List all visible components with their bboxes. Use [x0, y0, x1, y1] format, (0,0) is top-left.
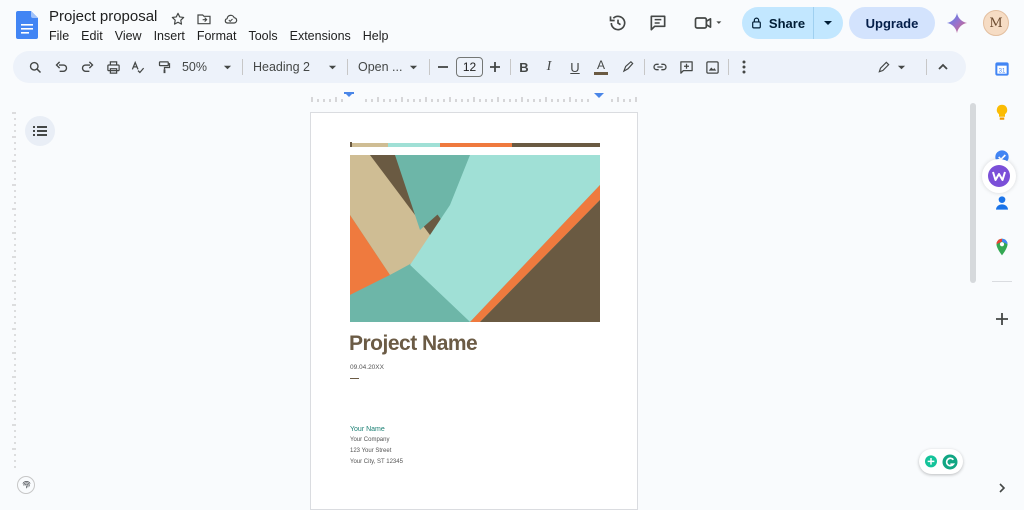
extension-w-icon[interactable] [982, 159, 1016, 193]
version-history-icon[interactable] [605, 10, 631, 36]
font-size-input[interactable]: 12 [456, 57, 483, 77]
menu-help[interactable]: Help [357, 28, 395, 44]
share-label: Share [768, 15, 806, 31]
caret-down-icon [409, 65, 418, 69]
document-title[interactable]: Project proposal [49, 8, 157, 25]
share-dropdown-button[interactable] [814, 7, 842, 39]
side-panel-divider [992, 281, 1012, 282]
keep-icon[interactable] [990, 101, 1014, 125]
paragraph-style-value: Heading 2 [253, 60, 310, 74]
upgrade-button[interactable]: Upgrade [849, 7, 935, 39]
pencil-icon [877, 61, 889, 73]
text-color-icon[interactable]: A [590, 51, 612, 83]
highlight-color-icon[interactable] [617, 51, 639, 83]
caret-down-icon [223, 65, 232, 69]
menu-insert[interactable]: Insert [148, 28, 191, 44]
underline-icon[interactable]: U [564, 51, 586, 83]
paint-format-icon[interactable] [153, 51, 175, 83]
zoom-select[interactable]: 50% [177, 51, 237, 83]
gemini-sparkle-icon[interactable] [946, 12, 968, 34]
document-page[interactable]: Project Name 09.04.20XX Your Name Your C… [310, 112, 638, 510]
toolbar-divider [728, 59, 729, 75]
expand-side-panel-icon[interactable] [994, 480, 1010, 496]
calendar-day: 31 [999, 68, 1006, 74]
vertical-ruler[interactable] [10, 103, 16, 510]
street-address[interactable]: 123 Your Street [350, 448, 391, 454]
menu-tools[interactable]: Tools [242, 28, 283, 44]
toolbar-divider [510, 59, 511, 75]
side-panel: 31 [982, 55, 1024, 510]
toolbar-divider [644, 59, 645, 75]
decrease-font-size-icon[interactable] [432, 51, 454, 83]
menu-view[interactable]: View [109, 28, 148, 44]
search-menus-icon[interactable] [24, 51, 46, 83]
menu-edit[interactable]: Edit [75, 28, 109, 44]
insert-link-icon[interactable] [649, 51, 671, 83]
zoom-value: 50% [181, 60, 208, 74]
vertical-scrollbar[interactable] [970, 103, 976, 283]
date-underline [350, 378, 359, 379]
move-folder-icon[interactable] [194, 9, 214, 29]
meet-video-icon[interactable] [688, 10, 728, 36]
title-actions [168, 9, 240, 29]
editing-mode-select[interactable] [873, 51, 909, 83]
star-icon[interactable] [168, 9, 188, 29]
spellcheck-icon[interactable] [127, 51, 149, 83]
grammarly-assist-icon[interactable] [923, 454, 939, 470]
menu-format[interactable]: Format [191, 28, 243, 44]
share-main-button[interactable]: Share [742, 7, 814, 39]
menu-extensions[interactable]: Extensions [284, 28, 357, 44]
font-family-select[interactable]: Open ... [355, 51, 421, 83]
share-button[interactable]: Share [742, 7, 843, 39]
fingerprint-icon[interactable] [17, 476, 35, 494]
docs-logo-icon[interactable] [16, 11, 38, 39]
caret-down-icon [328, 65, 337, 69]
add-addon-icon[interactable] [990, 307, 1014, 331]
maps-icon[interactable] [990, 235, 1014, 259]
horizontal-ruler[interactable] [310, 92, 640, 102]
outline-list-icon [33, 126, 47, 136]
formatting-toolbar: 50% Heading 2 Open ... 12 B I U A [13, 51, 966, 83]
toolbar-divider [429, 59, 430, 75]
font-family-value: Open ... [358, 60, 403, 74]
grammarly-logo-icon[interactable] [941, 453, 959, 471]
collapse-toolbar-icon[interactable] [932, 51, 954, 83]
insert-image-icon[interactable] [701, 51, 723, 83]
paragraph-style-select[interactable]: Heading 2 [249, 51, 341, 83]
project-name-heading[interactable]: Project Name [349, 332, 478, 356]
cover-image[interactable] [350, 155, 600, 322]
redo-icon[interactable] [76, 51, 98, 83]
caret-down-icon [824, 21, 832, 25]
company-name[interactable]: Your Company [350, 437, 389, 443]
project-date[interactable]: 09.04.20XX [350, 364, 384, 371]
menu-bar: File Edit View Insert Format Tools Exten… [43, 28, 395, 44]
add-comment-icon[interactable] [675, 51, 697, 83]
top-bar: Project proposal File Edit View Insert F… [0, 0, 1024, 50]
grammarly-widget[interactable] [919, 449, 963, 474]
author-name[interactable]: Your Name [350, 426, 385, 433]
italic-icon[interactable]: I [538, 51, 560, 83]
toolbar-divider [347, 59, 348, 75]
cloud-saved-icon[interactable] [220, 9, 240, 29]
calendar-icon[interactable]: 31 [990, 57, 1014, 81]
account-avatar[interactable]: M [983, 10, 1009, 36]
increase-font-size-icon[interactable] [484, 51, 506, 83]
bold-icon[interactable]: B [513, 51, 535, 83]
toolbar-divider [242, 59, 243, 75]
header-color-stripe [350, 142, 600, 147]
comments-icon[interactable] [645, 10, 671, 36]
caret-down-icon [897, 65, 905, 69]
document-outline-button[interactable] [25, 116, 55, 146]
city-address[interactable]: Your City, ST 12345 [350, 459, 403, 465]
menu-file[interactable]: File [43, 28, 75, 44]
contacts-icon[interactable] [990, 191, 1014, 215]
undo-icon[interactable] [50, 51, 72, 83]
toolbar-divider [926, 59, 927, 75]
lock-icon [752, 17, 761, 29]
more-options-icon[interactable] [733, 51, 755, 83]
print-icon[interactable] [102, 51, 124, 83]
